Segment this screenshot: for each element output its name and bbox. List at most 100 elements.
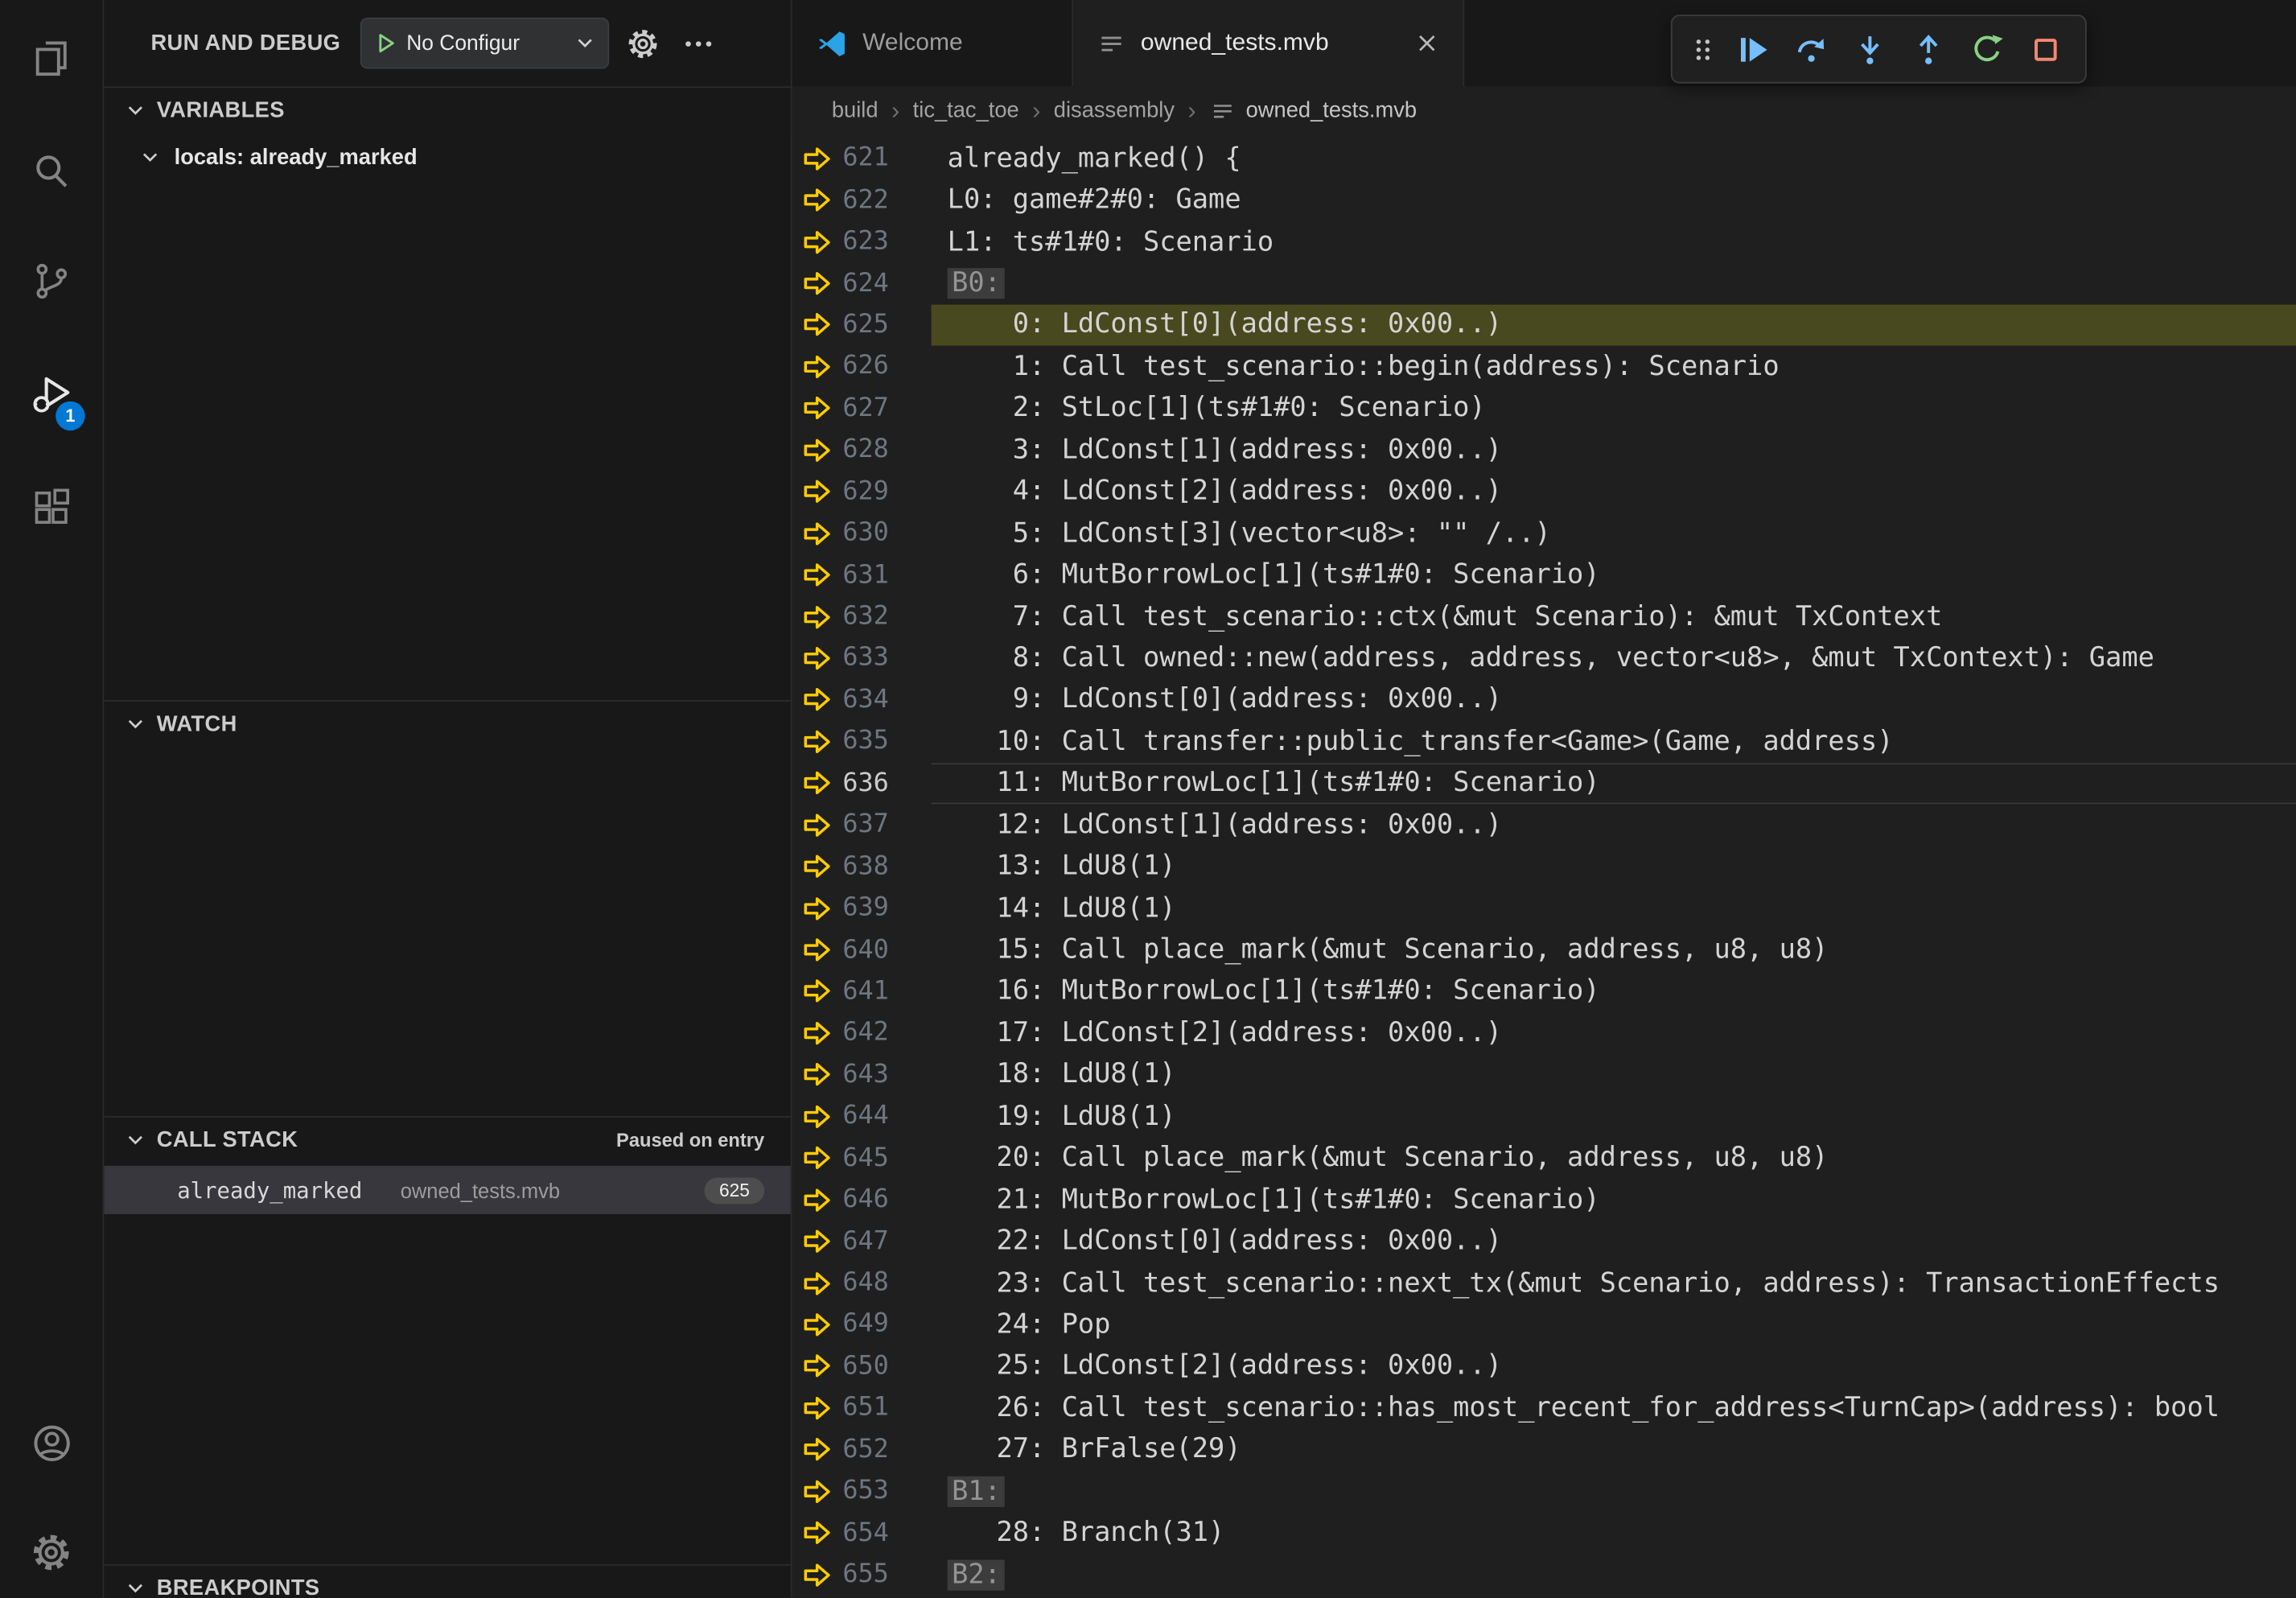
code-line[interactable]: 653 B1: [792,1470,2296,1512]
code-line[interactable]: 649 24: Pop [792,1304,2296,1345]
variables-section-header[interactable]: VARIABLES [104,88,791,132]
breakpoint-gutter[interactable] [792,1186,842,1214]
breakpoint-gutter[interactable] [792,1269,842,1297]
breakpoint-gutter[interactable] [792,1019,842,1048]
line-number[interactable]: 645 [842,1143,889,1172]
line-number[interactable]: 642 [842,1019,889,1048]
line-text[interactable]: 5: LdConst[3](vector<u8>: "" /..) [932,513,2296,554]
launch-settings-gear-icon[interactable] [620,21,665,65]
line-number[interactable]: 640 [842,935,889,964]
line-number[interactable]: 629 [842,477,889,506]
breakpoint-gutter[interactable] [792,186,842,214]
line-text[interactable]: 11: MutBorrowLoc[1](ts#1#0: Scenario) [932,763,2296,805]
close-icon[interactable] [1414,31,1439,56]
breakpoint-gutter[interactable] [792,1353,842,1381]
line-number[interactable]: 634 [842,686,889,715]
code-line[interactable]: 646 21: MutBorrowLoc[1](ts#1#0: Scenario… [792,1179,2296,1221]
line-text[interactable]: 6: MutBorrowLoc[1](ts#1#0: Scenario) [932,554,2296,596]
step-into-button[interactable] [1842,20,1898,79]
breakpoint-gutter[interactable] [792,1477,842,1505]
breakpoint-gutter[interactable] [792,1144,842,1172]
call-stack-section-header[interactable]: CALL STACK Paused on entry [104,1118,791,1162]
code-line[interactable]: 655 B2: [792,1554,2296,1596]
code-line[interactable]: 641 16: MutBorrowLoc[1](ts#1#0: Scenario… [792,970,2296,1012]
line-text[interactable]: 2: StLoc[1](ts#1#0: Scenario) [932,388,2296,430]
code-line[interactable]: 645 20: Call place_mark(&mut Scenario, a… [792,1137,2296,1179]
line-text[interactable]: 7: Call test_scenario::ctx(&mut Scenario… [932,595,2296,637]
code-line[interactable]: 635 10: Call transfer::public_transfer<G… [792,721,2296,763]
breakpoint-gutter[interactable] [792,769,842,797]
line-text[interactable]: 25: LdConst[2](address: 0x00..) [932,1345,2296,1387]
line-text[interactable]: 0: LdConst[0](address: 0x00..) [932,304,2296,346]
search-icon[interactable] [16,136,86,206]
code-line[interactable]: 650 25: LdConst[2](address: 0x00..) [792,1345,2296,1387]
code-line[interactable]: 625 0: LdConst[0](address: 0x00..) [792,304,2296,346]
line-number[interactable]: 638 [842,852,889,881]
line-text[interactable]: 14: LdU8(1) [932,888,2296,929]
variables-scope-row[interactable]: locals: already_marked [104,132,791,182]
breadcrumb-item-disassembly[interactable]: disassembly [1054,98,1175,123]
breakpoint-gutter[interactable] [792,394,842,422]
line-text[interactable]: 3: LdConst[1](address: 0x00..) [932,429,2296,471]
breakpoint-gutter[interactable] [792,1561,842,1589]
breakpoint-gutter[interactable] [792,561,842,589]
breakpoint-gutter[interactable] [792,270,842,298]
line-text[interactable]: L1: ts#1#0: Scenario [932,221,2296,263]
code-line[interactable]: 626 1: Call test_scenario::begin(address… [792,346,2296,388]
line-text[interactable]: L0: game#2#0: Game [932,179,2296,221]
step-over-button[interactable] [1784,20,1839,79]
line-number[interactable]: 639 [842,893,889,922]
line-text[interactable]: 27: BrFalse(29) [932,1429,2296,1471]
line-text[interactable]: 18: LdU8(1) [932,1054,2296,1096]
line-number[interactable]: 654 [842,1518,889,1547]
line-text[interactable]: 1: Call test_scenario::begin(address): S… [932,346,2296,388]
breakpoint-gutter[interactable] [792,436,842,464]
code-line[interactable]: 654 28: Branch(31) [792,1512,2296,1554]
line-number[interactable]: 636 [842,768,889,797]
run-config-button[interactable]: No Configur [360,18,608,69]
breakpoint-gutter[interactable] [792,1519,842,1547]
line-number[interactable]: 630 [842,519,889,548]
line-number[interactable]: 644 [842,1102,889,1131]
step-out-button[interactable] [1901,20,1957,79]
line-text[interactable]: 9: LdConst[0](address: 0x00..) [932,679,2296,721]
line-number[interactable]: 632 [842,602,889,631]
code-line[interactable]: 652 27: BrFalse(29) [792,1429,2296,1471]
stop-button[interactable] [2018,20,2073,79]
line-number[interactable]: 628 [842,435,889,464]
breakpoint-gutter[interactable] [792,352,842,381]
line-text[interactable]: B1: [932,1470,2296,1512]
run-debug-icon[interactable]: 1 [16,360,86,430]
line-text[interactable]: 8: Call owned::new(address, address, vec… [932,637,2296,679]
line-text[interactable]: B0: [932,262,2296,304]
breakpoint-gutter[interactable] [792,1102,842,1131]
line-text[interactable]: already_marked() { [932,138,2296,179]
line-number[interactable]: 637 [842,810,889,839]
breakpoint-gutter[interactable] [792,311,842,340]
drag-handle-icon[interactable] [1684,20,1722,79]
line-number[interactable]: 646 [842,1185,889,1214]
line-number[interactable]: 631 [842,560,889,589]
code-line[interactable]: 630 5: LdConst[3](vector<u8>: "" /..) [792,513,2296,554]
continue-button[interactable] [1725,20,1780,79]
call-stack-frame[interactable]: already_marked owned_tests.mvb 625 [104,1166,791,1214]
breakpoint-gutter[interactable] [792,145,842,173]
code-line[interactable]: 639 14: LdU8(1) [792,888,2296,929]
line-text[interactable]: 21: MutBorrowLoc[1](ts#1#0: Scenario) [932,1179,2296,1221]
breadcrumb-item-file[interactable]: owned_tests.mvb [1209,97,1417,124]
line-text[interactable]: 4: LdConst[2](address: 0x00..) [932,471,2296,513]
code-line[interactable]: 633 8: Call owned::new(address, address,… [792,637,2296,679]
source-control-icon[interactable] [16,246,86,316]
code-line[interactable]: 632 7: Call test_scenario::ctx(&mut Scen… [792,595,2296,637]
code-line[interactable]: 624 B0: [792,262,2296,304]
line-number[interactable]: 626 [842,352,889,381]
breakpoint-gutter[interactable] [792,936,842,964]
breakpoint-gutter[interactable] [792,686,842,715]
line-text[interactable]: 12: LdConst[1](address: 0x00..) [932,804,2296,846]
line-text[interactable]: 28: Branch(31) [932,1512,2296,1554]
line-number[interactable]: 633 [842,644,889,673]
code-line[interactable]: 631 6: MutBorrowLoc[1](ts#1#0: Scenario) [792,554,2296,596]
settings-gear-icon[interactable] [16,1518,86,1588]
line-number[interactable]: 625 [842,311,889,340]
code-line[interactable]: 622 L0: game#2#0: Game [792,179,2296,221]
